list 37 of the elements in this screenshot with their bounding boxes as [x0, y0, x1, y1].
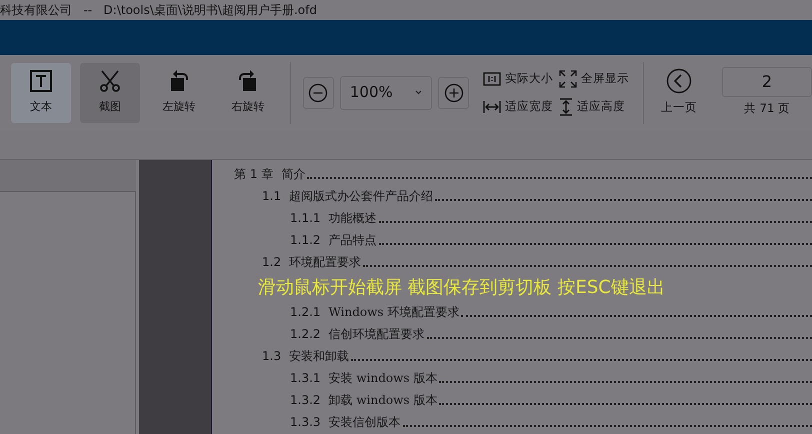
fit-button[interactable]: 适应宽度: [483, 98, 554, 116]
toc-entry[interactable]: 1.2.1 Windows 环境配置要求: [212, 301, 812, 323]
fit-height-icon: [559, 98, 574, 116]
chevron-left-circle-icon: [666, 68, 692, 94]
toolbar-button[interactable]: 文本: [11, 62, 71, 122]
toc-entry[interactable]: 1.2 环境配置要求: [212, 251, 812, 273]
page-count: 共 71 页: [744, 100, 790, 118]
actual-size-icon: [483, 72, 502, 86]
page-number-field[interactable]: 2: [722, 67, 812, 98]
zoom-out-button[interactable]: [302, 76, 334, 108]
window-title: 科技有限公司 -- D:\tools\桌面\说明书\超阅用户手册.ofd: [0, 2, 318, 19]
text-box-icon: [29, 69, 53, 94]
zoom-in-button[interactable]: [438, 76, 470, 108]
toc-entry[interactable]: 1.3.2 卸载 windows 版本: [212, 389, 812, 411]
minus-circle-icon: [308, 82, 328, 102]
caret-icon: [415, 90, 422, 95]
zoom-select[interactable]: 100%: [340, 76, 432, 110]
toolbar-button[interactable]: 截图: [80, 62, 140, 122]
fit-button[interactable]: 实际大小: [483, 70, 554, 88]
scissors-icon: [98, 69, 122, 94]
fullscreen-icon: [559, 70, 578, 88]
toc-entry[interactable]: 1.2.2 信创环境配置要求: [212, 323, 812, 345]
previous-page-button[interactable]: 上一页: [652, 68, 706, 117]
toc-entry[interactable]: 1.1.2 产品特点: [212, 229, 812, 251]
toc-entry[interactable]: 1.1 超阅版式办公套件产品介绍: [212, 185, 812, 207]
toolbar-button[interactable]: 左旋转: [149, 62, 209, 122]
toc-entry[interactable]: 1.1.1 功能概述: [212, 207, 812, 229]
fit-button[interactable]: 全屏显示: [559, 70, 630, 88]
toc-entry[interactable]: 1.3 安装和卸载: [212, 345, 812, 367]
plus-circle-icon: [444, 82, 464, 102]
toc-entry[interactable]: 第 1 章 简介: [212, 163, 812, 185]
toc-entry[interactable]: 1.3.1 安装 windows 版本: [212, 367, 812, 389]
toc-entry[interactable]: 1.3.3 安装信创版本: [212, 411, 812, 433]
screenshot-hint: 滑动鼠标开始截屏 截图保存到剪切板 按ESC键退出: [258, 276, 665, 300]
fit-width-icon: [483, 100, 502, 114]
fit-button[interactable]: 适应高度: [559, 98, 630, 116]
toolbar-button[interactable]: 右旋转: [218, 62, 278, 122]
